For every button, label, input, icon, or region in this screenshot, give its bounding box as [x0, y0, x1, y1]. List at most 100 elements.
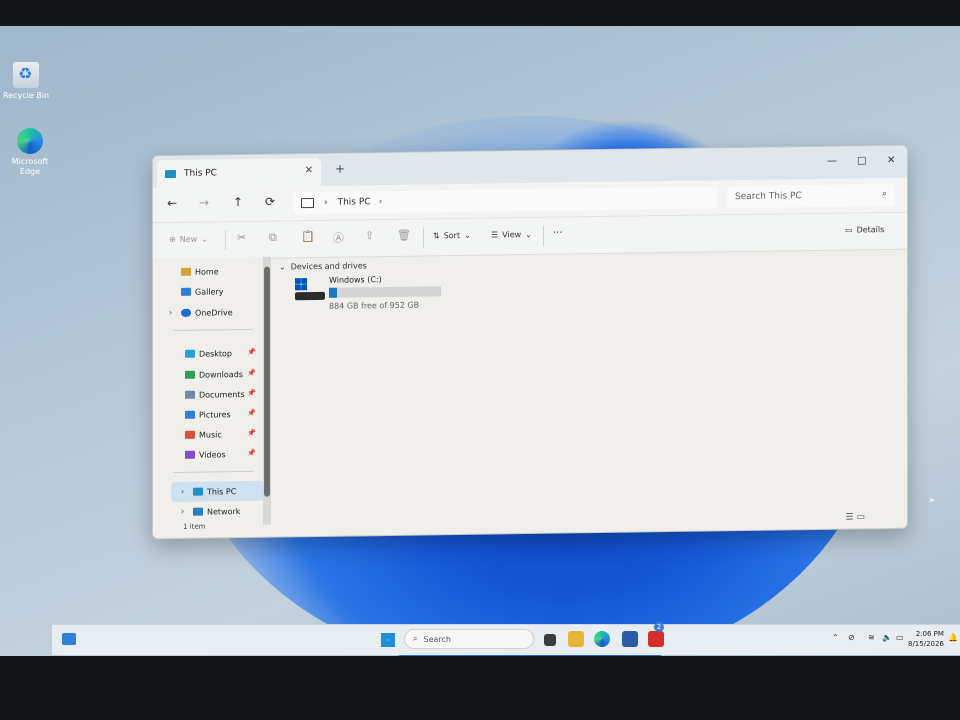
cloud-icon: [181, 308, 191, 317]
new-tab-button[interactable]: +: [335, 162, 345, 176]
view-label: View: [502, 230, 522, 240]
address-bar[interactable]: › This PC ›: [293, 186, 718, 215]
battery-icon[interactable]: ▭: [896, 633, 904, 642]
pin-icon[interactable]: 📌: [247, 449, 256, 457]
sidebar-item-downloads[interactable]: Downloads: [185, 366, 243, 383]
delete-icon[interactable]: 🗑: [397, 229, 411, 242]
drive-item-c[interactable]: Windows (C:) 884 GB free of 952 GB: [295, 274, 455, 316]
address-separator: ›: [324, 197, 328, 208]
app-taskbar-icon[interactable]: [648, 631, 664, 647]
chevron-right-icon[interactable]: ›: [181, 487, 184, 496]
start-button[interactable]: [381, 633, 395, 647]
group-header-devices[interactable]: ⌄ Devices and drives: [279, 261, 367, 271]
item-count: 1 item: [183, 522, 206, 531]
close-window-button[interactable]: ✕: [887, 155, 895, 166]
chevron-down-icon: ⌄: [464, 230, 471, 240]
group-label: Devices and drives: [290, 261, 367, 272]
search-icon: ⌕: [881, 189, 887, 200]
chevron-down-icon: ⌄: [201, 234, 208, 244]
chevron-down-icon: ⌄: [279, 262, 286, 272]
maximize-button[interactable]: □: [857, 155, 866, 166]
sidebar-item-label: Gallery: [195, 286, 224, 297]
sidebar-item-label: Downloads: [199, 369, 243, 380]
more-options-button[interactable]: ···: [553, 228, 563, 239]
pin-icon[interactable]: 📌: [247, 369, 256, 377]
view-toggle[interactable]: ☰ ▭: [846, 512, 865, 522]
navigation-pane-scrollbar[interactable]: [263, 256, 271, 525]
sidebar-item-music[interactable]: Music: [185, 426, 222, 443]
search-input[interactable]: Search This PC: [735, 191, 802, 202]
details-button[interactable]: ▭ Details: [845, 225, 884, 235]
sidebar-item-this-pc[interactable]: This PC: [193, 483, 236, 500]
edge-taskbar-icon[interactable]: [594, 631, 610, 647]
taskbar-search-input[interactable]: Search: [423, 635, 450, 644]
close-tab-icon[interactable]: ✕: [305, 165, 313, 176]
notification-bell-icon[interactable]: 🔔: [948, 633, 958, 642]
rename-icon[interactable]: Ⓐ: [333, 230, 344, 246]
new-label: New: [179, 234, 198, 244]
details-pane-icon: ▭: [845, 225, 853, 235]
pin-icon[interactable]: 📌: [247, 389, 256, 397]
recycle-bin-icon: [13, 62, 39, 88]
sort-button[interactable]: ⇅ Sort ⌄: [433, 231, 471, 241]
pin-icon[interactable]: 📌: [247, 409, 256, 417]
sidebar-divider: [173, 328, 253, 331]
windows-logo-icon: [295, 278, 307, 291]
details-view-icon[interactable]: ☰: [846, 512, 854, 522]
scrollbar-thumb[interactable]: [264, 266, 270, 497]
hard-drive-icon: [295, 291, 325, 301]
file-explorer-taskbar-icon[interactable]: [568, 631, 584, 647]
chevron-up-icon[interactable]: ⌃: [832, 633, 839, 642]
back-button[interactable]: ←: [167, 196, 177, 210]
share-icon[interactable]: ⇪: [365, 229, 374, 242]
forward-button[interactable]: →: [199, 195, 209, 209]
drive-name: Windows (C:): [329, 275, 382, 285]
widgets-icon[interactable]: [62, 633, 76, 645]
store-taskbar-icon[interactable]: [622, 631, 638, 647]
task-view-icon[interactable]: [544, 634, 556, 646]
navigation-pane: Home Gallery › OneDrive Desktop 📌 Downlo…: [153, 256, 263, 521]
breadcrumb-this-pc[interactable]: This PC: [338, 197, 371, 207]
search-box[interactable]: Search This PC ⌕: [727, 183, 895, 209]
tiles-view-icon[interactable]: ▭: [856, 512, 865, 522]
tab-this-pc[interactable]: This PC ✕: [157, 157, 321, 189]
desktop-icon-edge[interactable]: Microsoft Edge: [0, 128, 60, 177]
sidebar-item-videos[interactable]: Videos: [185, 446, 226, 463]
sort-icon: ⇅: [433, 231, 440, 241]
drive-icon: [295, 278, 325, 304]
this-pc-icon: [165, 169, 176, 179]
desktop-folder-icon: [185, 349, 195, 358]
minimize-button[interactable]: —: [827, 156, 837, 167]
taskbar-search[interactable]: ⌕ Search: [404, 629, 534, 649]
sidebar-item-desktop[interactable]: Desktop: [185, 345, 232, 362]
toolbar-divider: [423, 227, 424, 248]
paste-icon[interactable]: 📋: [301, 230, 315, 243]
up-button[interactable]: ↑: [233, 195, 243, 209]
address-separator[interactable]: ›: [379, 197, 383, 207]
cut-icon[interactable]: ✂: [237, 231, 246, 244]
music-folder-icon: [185, 430, 195, 439]
sidebar-item-home[interactable]: Home: [181, 263, 219, 280]
copy-icon[interactable]: ⧉: [269, 231, 277, 245]
chevron-right-icon[interactable]: ›: [169, 308, 172, 317]
sidebar-item-documents[interactable]: Documents: [185, 386, 245, 403]
sidebar-item-onedrive[interactable]: OneDrive: [181, 304, 233, 321]
sidebar-item-gallery[interactable]: Gallery: [181, 283, 224, 300]
mouse-cursor-icon: ➤: [928, 496, 936, 506]
documents-folder-icon: [185, 390, 195, 399]
desktop-icon-recycle-bin[interactable]: Recycle Bin: [0, 62, 56, 100]
sidebar-item-pictures[interactable]: Pictures: [185, 406, 231, 423]
home-icon: [181, 267, 191, 276]
wifi-icon[interactable]: ≋: [868, 633, 875, 642]
clock[interactable]: 2:06 PM 8/15/2026: [908, 629, 944, 649]
view-button[interactable]: ☰ View ⌄: [491, 230, 532, 240]
pin-icon[interactable]: 📌: [247, 429, 256, 437]
pin-icon[interactable]: 📌: [247, 348, 256, 356]
tab-title: This PC: [184, 168, 217, 179]
refresh-button[interactable]: ⟳: [265, 195, 275, 209]
tray-app-icon[interactable]: ⊘: [848, 633, 855, 642]
chevron-right-icon[interactable]: ›: [181, 507, 184, 516]
sidebar-item-network[interactable]: Network: [193, 503, 240, 520]
volume-icon[interactable]: 🔈: [882, 633, 892, 642]
new-button[interactable]: ⊕ New ⌄: [169, 234, 208, 244]
